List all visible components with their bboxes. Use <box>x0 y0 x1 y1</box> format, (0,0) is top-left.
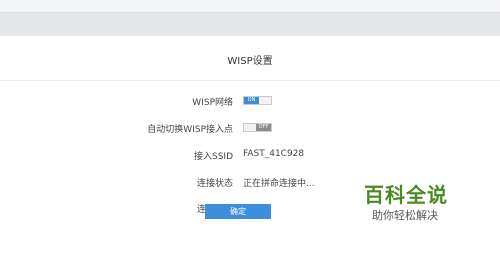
divider <box>0 80 500 81</box>
toggle-on-label: ON <box>244 97 259 104</box>
top-bar <box>0 0 500 13</box>
connection-status-value: 正在拼命连接中... <box>243 179 315 189</box>
auto-switch-toggle[interactable]: OFF <box>243 123 272 132</box>
ssid-label: 接入SSID <box>193 152 233 162</box>
ssid-value: FAST_41C928 <box>243 149 305 159</box>
wisp-network-toggle[interactable]: ON <box>243 96 272 105</box>
toggle-off-label: OFF <box>256 124 271 131</box>
watermark-logo: 百科全说 助你轻松解决 <box>358 179 478 229</box>
watermark-sub: 助你轻松解决 <box>372 209 438 222</box>
watermark-main: 百科全说 <box>364 183 448 207</box>
panel-title: WISP设置 <box>227 56 273 67</box>
confirm-button[interactable]: 确定 <box>205 204 271 219</box>
connection-status-label: 连接状态 <box>196 179 233 189</box>
auto-switch-label: 自动切换WISP接入点 <box>147 125 233 135</box>
wisp-network-label: WISP网络 <box>192 98 233 108</box>
